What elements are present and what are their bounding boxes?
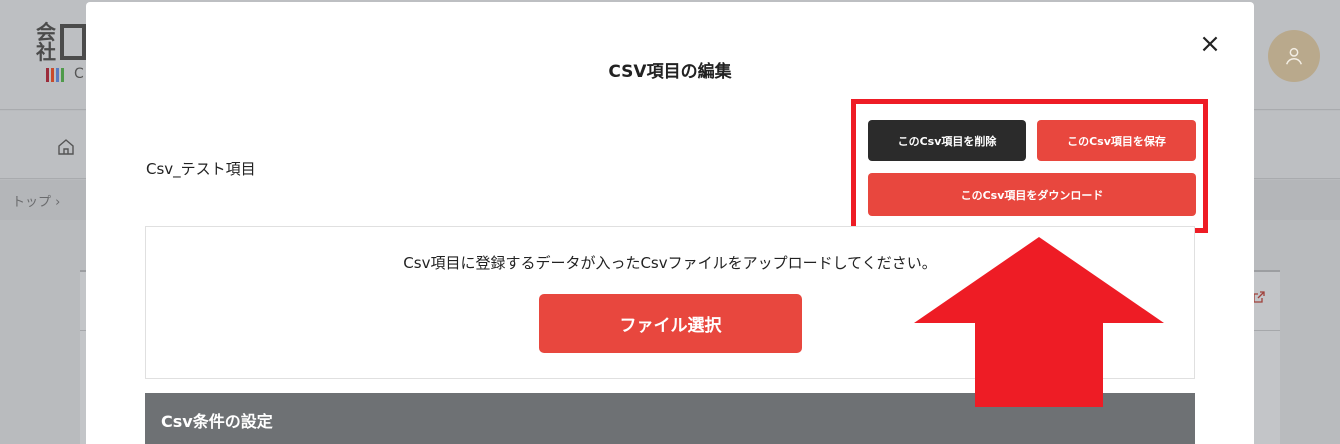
logo-mark — [60, 24, 86, 60]
close-button[interactable]: × — [1198, 31, 1222, 57]
home-icon[interactable] — [56, 137, 76, 157]
breadcrumb-top[interactable]: トップ › — [12, 191, 60, 210]
external-link-icon[interactable] — [1252, 290, 1266, 304]
modal-title: CSV項目の編集 — [608, 62, 732, 82]
section-title: Csv条件の設定 — [161, 412, 273, 431]
file-select-button[interactable]: ファイル選択 — [539, 294, 802, 353]
logo-kanji: 会社 — [36, 20, 56, 64]
annotation-highlight-box — [851, 99, 1208, 233]
csv-item-name: Csv_テスト項目 — [146, 160, 256, 178]
annotation-arrow-icon — [914, 237, 1164, 407]
